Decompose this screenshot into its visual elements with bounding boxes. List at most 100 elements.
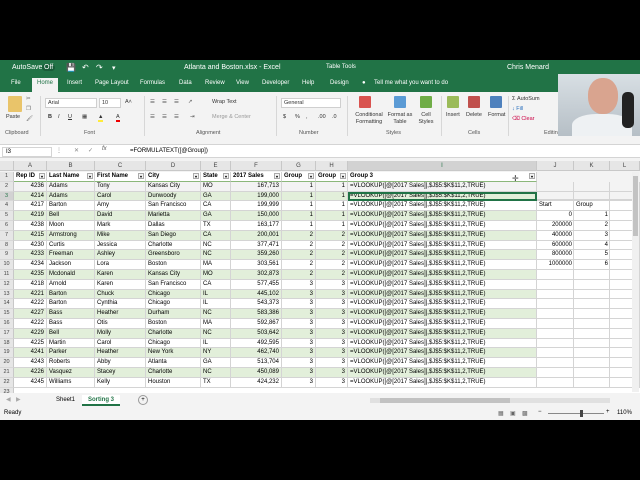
table-cell[interactable]: 583,386 (231, 309, 282, 319)
format-painter-icon[interactable]: 🖌 (26, 116, 33, 122)
table-cell[interactable]: Chicago (146, 299, 201, 310)
orientation-icon[interactable]: ➚ (188, 99, 193, 105)
fill-button[interactable]: ↓ Fill (512, 106, 523, 112)
normal-view-icon[interactable]: ▦ (498, 410, 504, 417)
table-cell[interactable]: 3 (316, 338, 348, 349)
cancel-icon[interactable]: ✕ (74, 147, 79, 154)
table-cell[interactable]: San Francisco (146, 201, 201, 212)
row-header[interactable]: 8 (0, 240, 14, 251)
format-as-table-icon[interactable] (394, 96, 406, 108)
empty-cell[interactable] (537, 289, 574, 300)
empty-cell[interactable] (537, 328, 574, 339)
italic-icon[interactable]: I (58, 114, 60, 120)
table-cell[interactable]: 199,000 (231, 191, 282, 202)
sheet-next-icon[interactable]: ▶ (16, 396, 21, 403)
table-cell[interactable]: 4230 (14, 240, 47, 251)
table-cell[interactable]: 303,561 (231, 260, 282, 270)
table-cell[interactable]: MO (201, 181, 231, 192)
vertical-scrollbar[interactable] (632, 172, 639, 392)
table-cell[interactable]: Jackson (47, 260, 95, 270)
table-cell[interactable]: Cynthia (95, 299, 146, 310)
row-header[interactable]: 2 (0, 181, 14, 192)
table-header-cell[interactable]: Rep ID ▾ (14, 172, 47, 182)
scrollbar-thumb[interactable] (380, 398, 510, 403)
row-header[interactable]: 1 (0, 172, 14, 182)
table-cell[interactable]: 199,999 (231, 201, 282, 212)
autosum-button[interactable]: Σ AutoSum (512, 96, 540, 102)
row-header[interactable]: 6 (0, 221, 14, 231)
column-header-i[interactable]: I (348, 161, 537, 171)
wrap-text-button[interactable]: Wrap Text (212, 99, 237, 105)
align-middle-icon[interactable]: ☰ (162, 99, 167, 105)
table-cell[interactable]: 2 (316, 230, 348, 241)
merge-center-button[interactable]: Merge & Center (212, 114, 251, 120)
table-cell[interactable]: 1 (282, 191, 316, 202)
table-cell[interactable]: NY (201, 348, 231, 359)
table-cell[interactable]: Curtis (47, 240, 95, 251)
formula-text-cell[interactable]: =VLOOKUP([@[2017 Sales]],$J$5:$K$11,2,TR… (348, 348, 537, 359)
table-cell[interactable]: 3 (316, 358, 348, 368)
table-cell[interactable]: 4215 (14, 230, 47, 241)
table-cell[interactable]: 4214 (14, 191, 47, 202)
table-cell[interactable]: 3 (282, 328, 316, 339)
table-cell[interactable]: Boston (146, 260, 201, 270)
table-cell[interactable]: Greensboro (146, 250, 201, 261)
filter-dropdown-icon[interactable]: ▾ (193, 173, 199, 179)
table-cell[interactable]: Parker (47, 348, 95, 359)
format-cells-button[interactable]: Format (488, 112, 505, 118)
row-header[interactable]: 16 (0, 319, 14, 329)
fill-color-icon[interactable]: ▲ (98, 114, 104, 122)
table-cell[interactable]: 513,704 (231, 358, 282, 368)
font-name-select[interactable]: Arial (45, 98, 97, 108)
table-cell[interactable]: CA (201, 201, 231, 212)
table-cell[interactable]: Houston (146, 377, 201, 388)
table-cell[interactable]: Kansas City (146, 270, 201, 280)
table-cell[interactable]: MA (201, 319, 231, 329)
table-cell[interactable]: Barton (47, 201, 95, 212)
cut-icon[interactable]: ✂ (26, 96, 31, 102)
table-cell[interactable]: 4245 (14, 377, 47, 388)
row-header[interactable]: 20 (0, 358, 14, 368)
empty-cell[interactable] (537, 309, 574, 319)
delete-cells-button[interactable]: Delete (466, 112, 482, 118)
table-cell[interactable]: 163,177 (231, 221, 282, 231)
table-cell[interactable]: 4218 (14, 279, 47, 290)
table-header-cell[interactable]: State ▾ (201, 172, 231, 182)
table-cell[interactable]: 4233 (14, 250, 47, 261)
tab-developer[interactable]: Developer (262, 80, 289, 86)
table-cell[interactable]: 200,001 (231, 230, 282, 241)
table-cell[interactable]: Charlotte (146, 240, 201, 251)
bold-icon[interactable]: B (48, 114, 52, 120)
table-cell[interactable]: Ashley (95, 250, 146, 261)
delete-cells-icon[interactable] (468, 96, 480, 108)
lookup-start-value[interactable]: 800000 (537, 250, 572, 260)
table-header-cell[interactable]: City ▾ (146, 172, 201, 182)
table-cell[interactable]: 3 (316, 289, 348, 300)
table-cell[interactable]: 4219 (14, 211, 47, 221)
empty-cell[interactable] (574, 328, 610, 339)
empty-cell[interactable] (537, 377, 574, 388)
clear-button[interactable]: ⌫ Clear (512, 116, 534, 122)
table-cell[interactable]: 3 (316, 319, 348, 329)
table-cell[interactable]: 3 (316, 377, 348, 388)
empty-cell[interactable] (574, 309, 610, 319)
table-cell[interactable]: Abby (95, 358, 146, 368)
table-cell[interactable]: 3 (282, 348, 316, 359)
table-cell[interactable]: 3 (282, 319, 316, 329)
table-cell[interactable]: NC (201, 368, 231, 378)
lookup-start-value[interactable]: 0 (537, 211, 572, 221)
formula-text-cell[interactable]: =VLOOKUP([@[2017 Sales]],$J$5:$K$11,2,TR… (348, 309, 537, 319)
table-cell[interactable]: GA (201, 358, 231, 368)
row-header[interactable]: 9 (0, 250, 14, 261)
undo-icon[interactable]: ↶ (82, 63, 89, 72)
table-cell[interactable]: Arnold (47, 279, 95, 290)
table-header-cell[interactable]: Last Name ▾ (47, 172, 95, 182)
table-cell[interactable]: David (95, 211, 146, 221)
table-cell[interactable]: IL (201, 299, 231, 310)
name-box[interactable]: I3 (2, 147, 52, 157)
empty-cell[interactable] (537, 270, 574, 280)
sheet-prev-icon[interactable]: ◀ (6, 396, 11, 403)
number-format-select[interactable]: General (281, 98, 341, 108)
table-cell[interactable]: New York (146, 348, 201, 359)
tab-review[interactable]: Review (205, 80, 225, 86)
